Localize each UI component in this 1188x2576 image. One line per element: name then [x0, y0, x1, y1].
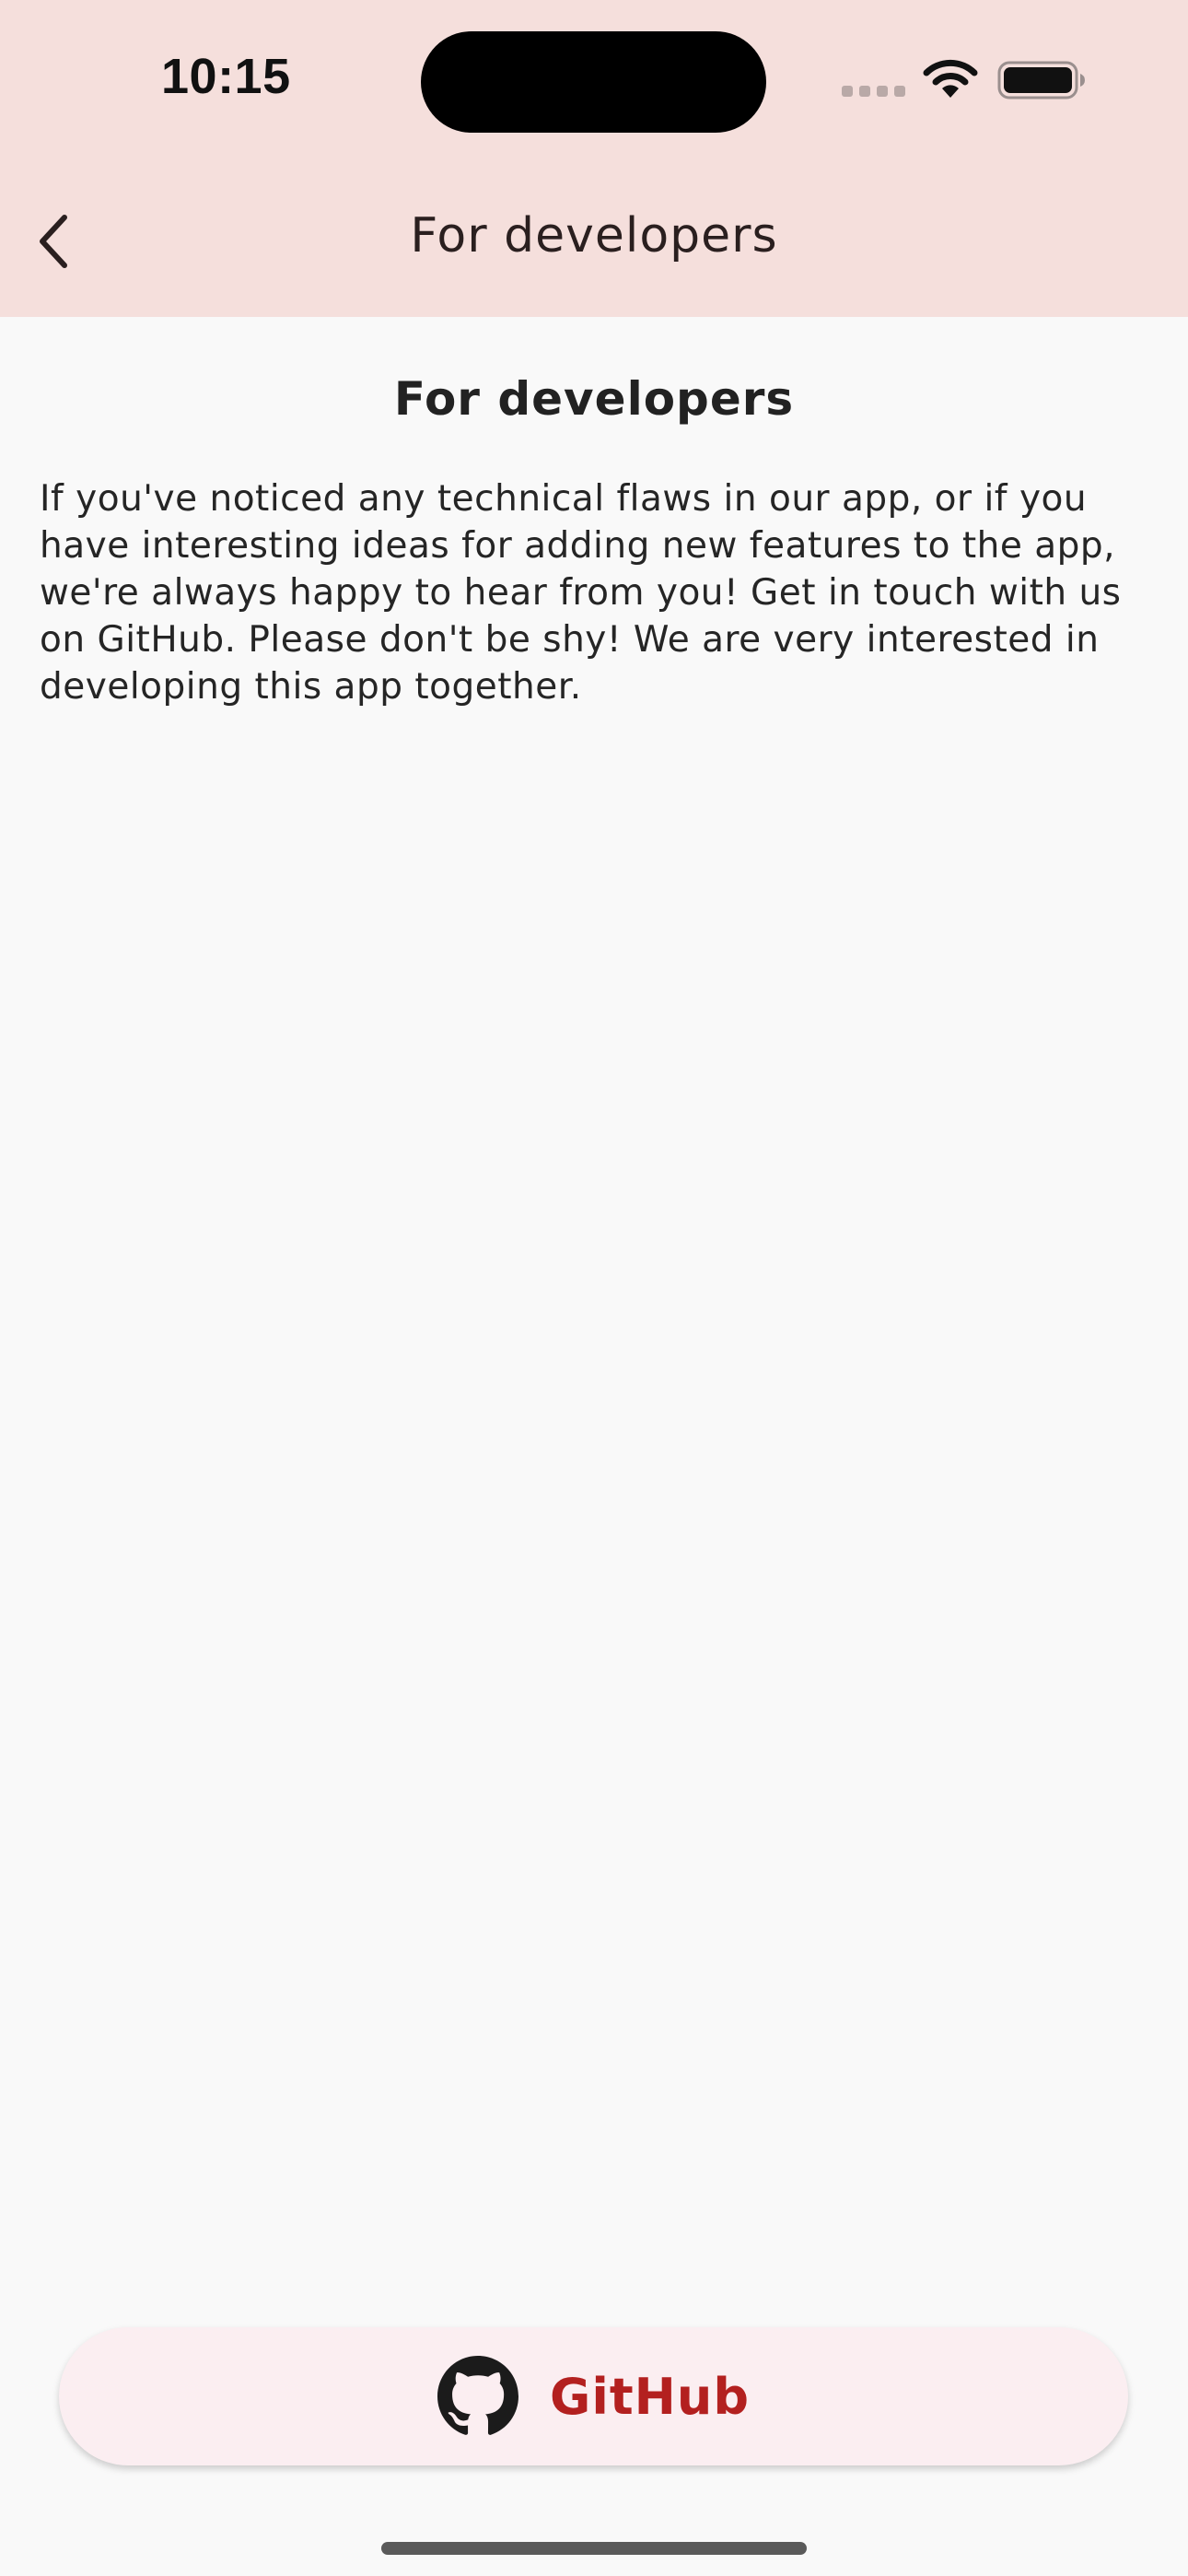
github-button[interactable]: GitHub [59, 2327, 1128, 2465]
github-icon [437, 2356, 519, 2435]
section-heading: For developers [393, 372, 795, 426]
description-text: If you've noticed any technical flaws in… [40, 478, 1122, 708]
navigation-bar: For developers [0, 177, 1188, 306]
home-indicator[interactable] [381, 2542, 807, 2555]
wifi-icon [923, 59, 978, 98]
main-content: For developers If you've noticed any tec… [0, 317, 1188, 710]
status-bar: 10:15 [0, 0, 1188, 157]
app-header-area: 10:15 For developers [0, 0, 1188, 317]
page-title: For developers [410, 208, 778, 263]
status-time: 10:15 [161, 49, 291, 104]
cellular-signal-icon [842, 86, 906, 99]
github-button-label: GitHub [550, 2367, 750, 2426]
battery-icon [997, 61, 1085, 100]
dynamic-island [421, 31, 766, 133]
